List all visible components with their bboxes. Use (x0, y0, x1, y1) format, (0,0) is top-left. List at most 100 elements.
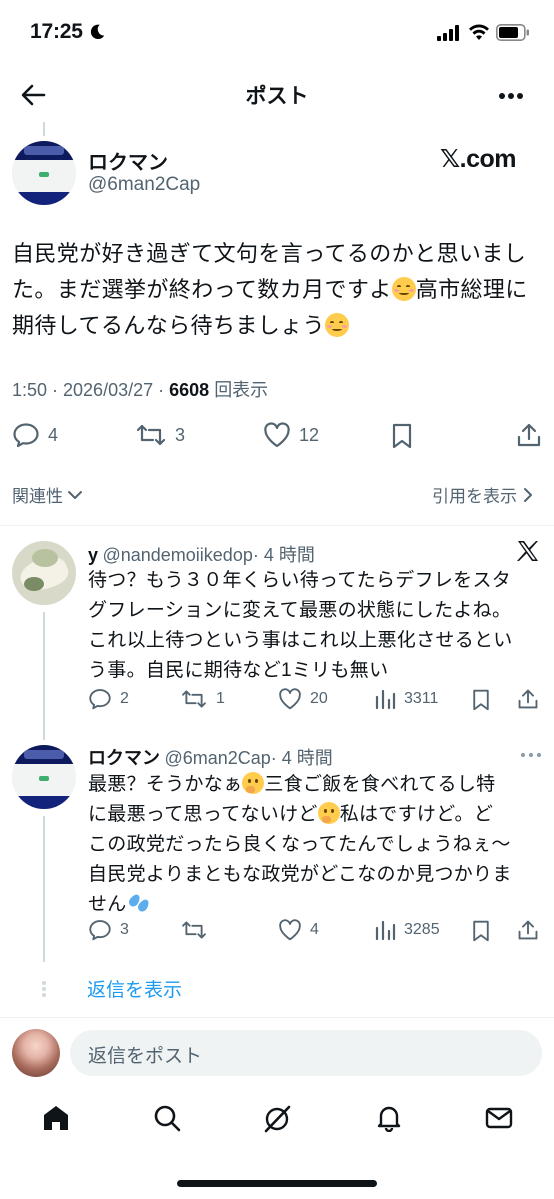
wifi-icon (468, 23, 490, 41)
x-logo-icon (516, 539, 540, 563)
divider (0, 1017, 554, 1018)
avatar[interactable] (12, 541, 76, 605)
user-avatar[interactable] (12, 1029, 60, 1077)
reply-text-line: グフレーションに変えて最悪の状態にしたよね。 (88, 600, 512, 621)
tab-grok[interactable] (262, 1104, 292, 1134)
view-label: 回表示 (214, 380, 269, 400)
more-options-icon[interactable] (520, 752, 542, 758)
divider (0, 525, 554, 526)
repost-count: 1 (216, 690, 225, 707)
reply-text-line: この政党だったら良くなってたんでしょうねぇ～ (88, 834, 511, 855)
reply-count: 4 (48, 424, 59, 445)
bookmark-icon (392, 423, 412, 449)
quotes-label: 引用を表示 (432, 487, 517, 506)
show-replies-link[interactable]: 返信を表示 (87, 975, 182, 1002)
post-timestamp: 1:50 · 2026/03/27 · (12, 380, 170, 400)
more-options-icon[interactable] (498, 92, 524, 100)
sweat-droplets-icon (126, 892, 151, 914)
like-button[interactable]: 20 (278, 688, 328, 710)
post-text-line: 期待してるんなら待ちましょう (12, 313, 325, 338)
like-button[interactable]: 12 (263, 422, 319, 448)
share-button[interactable] (517, 688, 539, 710)
reply-time: · 4 時間 (252, 545, 315, 565)
home-indicator[interactable] (177, 1180, 377, 1187)
reply-text-line: 待つ？もう３０年くらい待ってたらデフレをスタ (88, 570, 512, 591)
mail-icon (485, 1107, 513, 1129)
author-name[interactable]: ロクマン (88, 146, 168, 175)
reply-text-line: う事。自民に期待など1ミリも無い (88, 660, 389, 681)
post-text: 自民党が好き過ぎて文句を言ってるのかと思いまし た。まだ選挙が終わって数カ月です… (12, 236, 542, 344)
reply-input[interactable]: 返信をポスト (70, 1030, 542, 1076)
reply-icon (13, 423, 39, 448)
repost-button[interactable]: 1 (180, 688, 225, 710)
reply-text-line: 最悪？そうかなぁ (88, 774, 243, 795)
repost-count: 3 (175, 424, 186, 445)
home-icon (44, 1106, 68, 1130)
like-count: 20 (310, 690, 328, 707)
cellular-signal-icon (437, 25, 461, 41)
bookmark-button[interactable] (471, 689, 491, 711)
bookmark-button[interactable] (471, 920, 491, 942)
search-icon (154, 1105, 181, 1132)
smiling-face-icon (324, 313, 349, 337)
tab-notifications[interactable] (375, 1104, 403, 1132)
repost-button[interactable]: 3 (135, 422, 185, 448)
thread-dots-icon (41, 980, 47, 998)
view-quotes-link[interactable]: 引用を表示 (432, 482, 533, 507)
grok-icon (264, 1105, 291, 1133)
views-button[interactable]: 3311 (374, 688, 438, 710)
reply-count: 3 (120, 921, 129, 938)
author-name[interactable]: y (88, 545, 98, 565)
tab-home[interactable] (42, 1104, 70, 1132)
reply-header: y @nandemoiikedop· 4 時間 (88, 541, 315, 567)
share-button[interactable] (516, 422, 542, 448)
post-text-line: 高市総理に (415, 277, 528, 302)
reply-button[interactable]: 2 (88, 688, 129, 710)
chevron-down-icon (68, 490, 82, 499)
reply-text: 待つ？もう３０年くらい待ってたらデフレをスタ グフレーションに変えて最悪の状態に… (88, 566, 548, 686)
share-icon (517, 423, 541, 447)
reply-text-line: 自民党よりまともな政党がどこなのか見つかりま (88, 864, 512, 885)
view-count: 3285 (404, 921, 440, 938)
views-button[interactable]: 3285 (374, 919, 440, 941)
bookmark-button[interactable] (391, 423, 413, 449)
reply-count: 2 (120, 690, 129, 707)
chevron-right-icon (524, 487, 532, 502)
heart-icon (279, 688, 301, 710)
post-text-line: た。まだ選挙が終わって数カ月ですよ (12, 277, 392, 302)
bell-icon (377, 1106, 401, 1132)
smiling-face-icon (391, 277, 416, 301)
reply-text-line: に最悪って思ってないけど (88, 804, 318, 825)
tab-messages[interactable] (485, 1104, 513, 1132)
bar-chart-icon (375, 689, 396, 710)
share-button[interactable] (517, 919, 539, 941)
view-count: 3311 (404, 690, 439, 707)
thinking-face-icon (317, 802, 340, 824)
reply-header: ロクマン @6man2Cap· 4 時間 (88, 744, 333, 770)
repost-button[interactable] (180, 919, 208, 941)
post-meta: 1:50 · 2026/03/27 · 6608 回表示 (12, 376, 268, 402)
tab-search[interactable] (153, 1104, 181, 1132)
author-handle[interactable]: @6man2Cap (88, 174, 200, 196)
avatar[interactable] (12, 141, 76, 205)
author-handle[interactable]: @nandemoiikedop (102, 545, 252, 565)
thread-connector (43, 122, 45, 136)
repost-icon (136, 424, 166, 446)
bookmark-icon (473, 920, 489, 942)
reply-button[interactable]: 3 (88, 919, 129, 941)
view-count: 6608 (169, 380, 210, 400)
reply-button[interactable]: 4 (12, 422, 58, 448)
share-icon (518, 920, 538, 940)
sort-label: 関連性 (12, 487, 63, 506)
avatar[interactable] (12, 745, 76, 809)
reply-time: · 4 時間 (270, 748, 333, 768)
reply-text-line: 三食ご飯を食べれてるし特 (264, 774, 496, 795)
sort-relevance-dropdown[interactable]: 関連性 (12, 482, 83, 507)
reply-text-line: これ以上待つという事はこれ以上悪化させるとい (88, 630, 513, 651)
reply-text-line: 私はですけど。ど (339, 804, 494, 825)
share-icon (518, 689, 538, 709)
x-com-badge: 𝕏.com (440, 145, 517, 173)
author-handle[interactable]: @6man2Cap (164, 748, 270, 768)
like-button[interactable]: 4 (278, 919, 319, 941)
author-name[interactable]: ロクマン (88, 748, 160, 768)
